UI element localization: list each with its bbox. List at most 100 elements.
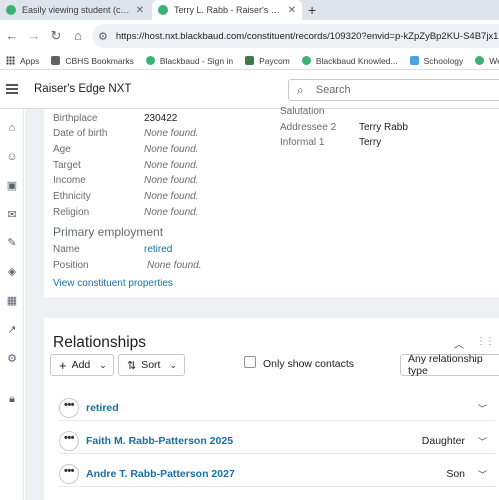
employer-link[interactable]: retired bbox=[144, 244, 172, 255]
relationships-heading: Relationships bbox=[53, 334, 147, 351]
age-label: Age bbox=[53, 144, 71, 155]
app-title: Raiser's Edge NXT bbox=[34, 83, 132, 95]
bookmark-blackbaud-sign-in[interactable]: Blackbaud - Sign in bbox=[145, 56, 233, 66]
relationship-name-link[interactable]: Andre T. Rabb-Patterson 2027 bbox=[86, 468, 235, 480]
bookmarks-bar: Apps CBHS Bookmarks Blackbaud - Sign in … bbox=[0, 52, 499, 70]
addressee2-value: Terry Rabb bbox=[359, 122, 408, 133]
analytics-icon[interactable]: ↗ bbox=[5, 323, 19, 337]
checkbox-box[interactable] bbox=[244, 356, 256, 368]
personal-info-card: Birthplace 230422 Date of birth None fou… bbox=[44, 106, 499, 297]
reload-icon[interactable]: ↻ bbox=[44, 28, 68, 44]
date-of-birth-value: None found. bbox=[144, 128, 199, 139]
only-show-contacts-checkbox[interactable]: Only show contacts bbox=[244, 356, 355, 370]
position-value: None found. bbox=[147, 260, 202, 271]
bookmark-cbhs[interactable]: CBHS Bookmarks bbox=[51, 56, 134, 66]
calendar-icon[interactable]: ▦ bbox=[5, 294, 19, 308]
position-label: Position bbox=[53, 260, 89, 271]
more-options-icon[interactable]: ••• bbox=[59, 431, 79, 451]
target-label: Target bbox=[53, 160, 81, 171]
income-label: Income bbox=[53, 175, 86, 186]
expand-chevron-icon[interactable]: ﹀ bbox=[478, 435, 487, 448]
search-placeholder: Search bbox=[315, 84, 351, 96]
browser-tab-strip: Easily viewing student (child) clas ✕ Te… bbox=[0, 0, 499, 20]
employment-name-label: Name bbox=[53, 244, 80, 255]
notes-icon[interactable]: ✎ bbox=[5, 236, 19, 250]
tab-title: Terry L. Rabb - Raiser's Edge NXT bbox=[174, 5, 282, 15]
ethnicity-value: None found. bbox=[144, 191, 199, 202]
relationship-type: Daughter bbox=[421, 435, 465, 447]
search-input[interactable]: ⌕ Search bbox=[288, 79, 499, 101]
ethnicity-label: Ethnicity bbox=[53, 191, 91, 202]
relationship-type-select[interactable]: Any relationship type ⬍ bbox=[400, 353, 499, 377]
site-info-icon[interactable]: ⚙ bbox=[98, 30, 108, 43]
new-tab-button[interactable]: + bbox=[308, 2, 316, 18]
bookmark-schoology[interactable]: Schoology bbox=[409, 56, 463, 66]
tab-title: Easily viewing student (child) clas bbox=[22, 5, 130, 15]
sort-icon: ⇅ bbox=[127, 359, 137, 372]
home-icon[interactable]: ⌂ bbox=[5, 121, 19, 135]
view-constituent-properties-link[interactable]: View constituent properties bbox=[53, 278, 173, 289]
relationship-type: Son bbox=[446, 468, 465, 480]
constituents-icon[interactable]: ☺ bbox=[5, 150, 19, 164]
collapse-caret-icon[interactable]: ︿ bbox=[454, 336, 464, 351]
menu-icon[interactable] bbox=[6, 84, 18, 94]
expand-chevron-icon[interactable]: ﹀ bbox=[478, 468, 487, 481]
url-text: https://host.nxt.blackbaud.com/constitue… bbox=[115, 30, 499, 42]
tag-icon[interactable]: ◈ bbox=[5, 265, 19, 279]
only-show-contacts-label: Only show contacts bbox=[263, 358, 355, 370]
religion-label: Religion bbox=[53, 207, 90, 218]
bookmark-webc[interactable]: Webc bbox=[475, 56, 499, 66]
expand-chevron-icon[interactable]: ﹀ bbox=[478, 402, 487, 415]
chevron-down-icon: ⌄ bbox=[99, 359, 107, 370]
sort-button[interactable]: ⇅ Sort ⌄ bbox=[118, 354, 185, 376]
schoology-icon bbox=[409, 56, 419, 65]
tab-favicon-icon bbox=[6, 5, 16, 15]
gift-icon[interactable]: ▣ bbox=[5, 179, 19, 193]
more-options-icon[interactable]: ••• bbox=[59, 464, 79, 484]
browser-toolbar: ← → ↻ ⌂ ⚙ https://host.nxt.blackbaud.com… bbox=[0, 20, 499, 52]
content-area: Birthplace 230422 Date of birth None fou… bbox=[25, 106, 499, 500]
address-bar[interactable]: ⚙ https://host.nxt.blackbaud.com/constit… bbox=[92, 24, 499, 48]
primary-employment-heading: Primary employment bbox=[53, 225, 164, 239]
apps-grid-icon bbox=[6, 56, 15, 65]
informal1-label: Informal 1 bbox=[280, 137, 325, 148]
webc-icon bbox=[475, 56, 485, 65]
tab-favicon-icon bbox=[158, 5, 168, 15]
birthplace-value: 230422 bbox=[144, 113, 178, 124]
add-button[interactable]: + Add ⌄ bbox=[50, 354, 114, 376]
date-of-birth-label: Date of birth bbox=[53, 128, 108, 139]
plus-icon: + bbox=[59, 357, 67, 373]
salutation-label: Salutation bbox=[280, 106, 325, 117]
forward-arrow-icon[interactable]: → bbox=[22, 28, 46, 43]
more-options-icon[interactable]: ••• bbox=[59, 398, 79, 418]
lock-icon[interactable]: 🔒︎ bbox=[5, 392, 19, 406]
browser-tab[interactable]: Easily viewing student (child) clas ✕ bbox=[0, 0, 150, 20]
search-icon: ⌕ bbox=[297, 82, 304, 97]
home-icon[interactable]: ⌂ bbox=[66, 28, 90, 43]
settings-icon[interactable]: ⚙ bbox=[5, 352, 19, 366]
informal1-value: Terry bbox=[359, 137, 382, 148]
drag-handle-icon[interactable]: ⋮⋮ bbox=[476, 336, 495, 347]
religion-value: None found. bbox=[144, 207, 199, 218]
mail-icon[interactable]: ✉ bbox=[5, 208, 19, 222]
bookmark-apps[interactable]: Apps bbox=[6, 56, 39, 66]
relationship-row[interactable]: ••• Andre T. Rabb-Patterson 2027 Son ﹀ bbox=[59, 461, 495, 487]
target-value: None found. bbox=[144, 160, 199, 171]
blackbaud-icon bbox=[145, 56, 155, 65]
relationship-row[interactable]: ••• retired ﹀ bbox=[59, 395, 495, 421]
close-tab-icon[interactable]: ✕ bbox=[136, 5, 144, 16]
bookmark-blackbaud-knowledge[interactable]: Blackbaud Knowled... bbox=[301, 56, 398, 66]
age-value: None found. bbox=[144, 144, 199, 155]
relationship-row[interactable]: ••• Faith M. Rabb-Patterson 2025 Daughte… bbox=[59, 428, 495, 454]
close-tab-icon[interactable]: ✕ bbox=[288, 5, 296, 16]
back-arrow-icon[interactable]: ← bbox=[0, 28, 24, 43]
left-nav-rail: ⌂ ☺ ▣ ✉ ✎ ◈ ▦ ↗ ⚙ 🔒︎ bbox=[0, 109, 24, 500]
relationship-name-link[interactable]: retired bbox=[86, 402, 119, 414]
income-value: None found. bbox=[144, 175, 199, 186]
bookmark-paycom[interactable]: Paycom bbox=[245, 56, 290, 66]
blackbaud-icon bbox=[301, 56, 311, 65]
folder-icon bbox=[51, 56, 61, 65]
relationship-name-link[interactable]: Faith M. Rabb-Patterson 2025 bbox=[86, 435, 233, 447]
paycom-icon bbox=[245, 56, 255, 65]
browser-tab-active[interactable]: Terry L. Rabb - Raiser's Edge NXT ✕ bbox=[152, 0, 302, 20]
